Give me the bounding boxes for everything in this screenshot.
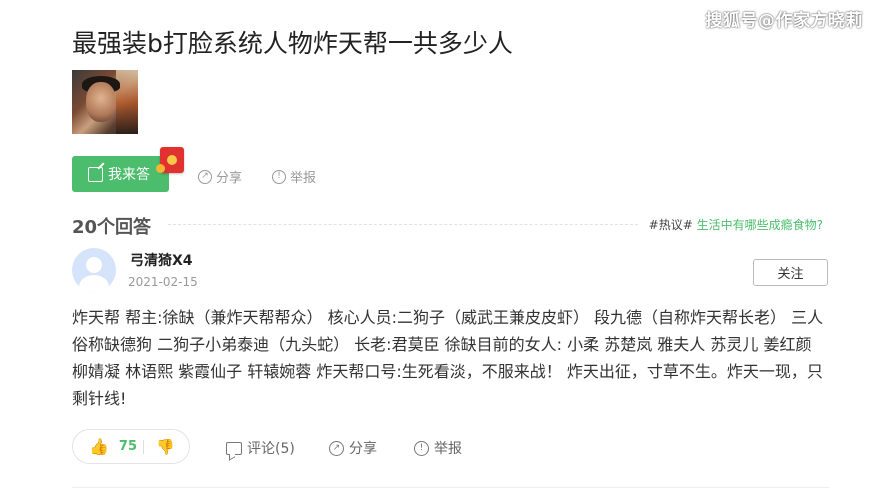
coin-icon [156, 164, 165, 173]
sohu-watermark: 搜狐号@作家方晓莉 [705, 11, 863, 31]
edit-icon [88, 166, 103, 182]
answer-count: 20个回答 [72, 217, 152, 238]
follow-button[interactable]: 关注 [753, 259, 828, 286]
answer-button[interactable]: 我来答 [72, 156, 169, 192]
answer-date: 2021-02-15 [128, 275, 198, 289]
avatar-head [86, 257, 102, 273]
count-divider [168, 224, 638, 225]
question-report-link[interactable]: ! 举报 [272, 167, 316, 186]
answer-username[interactable]: 弓清猗X4 [130, 250, 193, 270]
answer-share-button[interactable]: ↗ 分享 [329, 438, 377, 458]
hot-topic-link[interactable]: 生活中有哪些成瘾食物? [697, 218, 823, 232]
answer-share-label: 分享 [349, 441, 377, 457]
question-report-label: 举报 [290, 171, 317, 186]
question-image[interactable] [72, 70, 138, 134]
answer-text: 炸天帮 帮主:徐缺（兼炸天帮帮众） 核心人员:二狗子（威武王兼皮皮虾） 段九德（… [72, 308, 824, 408]
report-icon: ! [414, 440, 429, 456]
hot-topic: #热议# 生活中有哪些成瘾食物? [649, 216, 823, 233]
dislike-button[interactable]: 👎 [144, 438, 175, 456]
like-button[interactable]: 👍 75 [73, 437, 143, 456]
thumbs-up-icon: 👍 [89, 437, 109, 456]
answer-report-button[interactable]: ! 举报 [414, 438, 462, 458]
comment-label: 评论(5) [247, 441, 295, 457]
bottom-divider [72, 487, 829, 488]
comment-button[interactable]: 评论(5) [226, 438, 295, 458]
hot-topic-tag: #热议# [648, 218, 693, 232]
question-share-label: 分享 [216, 171, 243, 186]
thumbs-down-icon: 👎 [156, 437, 175, 456]
like-count: 75 [118, 439, 138, 454]
image-background [116, 70, 138, 134]
report-icon: ! [272, 169, 286, 184]
question-title: 最强装b打脸系统人物炸天帮一共多少人 [72, 29, 513, 58]
comment-icon [226, 441, 242, 455]
share-icon: ↗ [198, 169, 212, 184]
image-face [86, 82, 116, 122]
share-icon: ↗ [329, 440, 344, 456]
avatar-body [79, 275, 109, 292]
answer-report-label: 举报 [434, 441, 462, 457]
question-share-link[interactable]: ↗ 分享 [198, 167, 242, 186]
answer-button-label: 我来答 [108, 167, 150, 183]
user-avatar[interactable] [72, 248, 116, 292]
vote-box: 👍 75 👎 [72, 429, 190, 464]
red-packet-icon[interactable] [156, 147, 184, 173]
